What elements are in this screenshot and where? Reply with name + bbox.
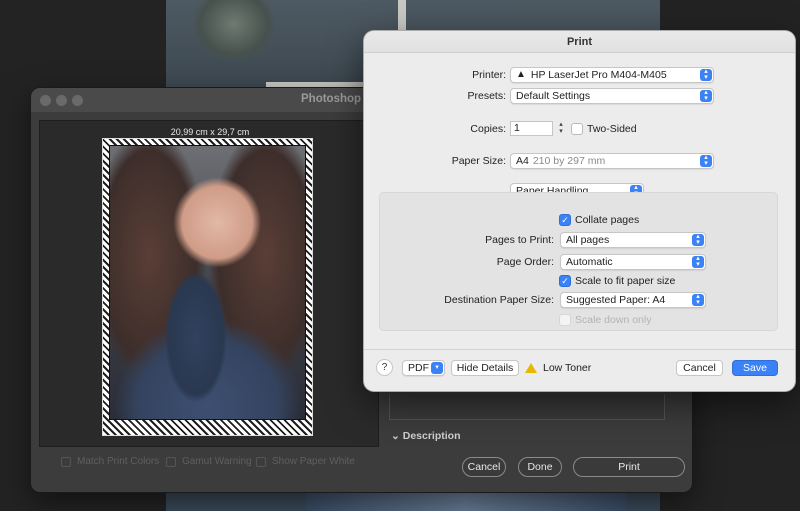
print-dialog: Print Printer: ▲ HP LaserJet Pro M404-M4… [364, 31, 795, 391]
chevron-updown-icon: ▴▾ [692, 293, 704, 306]
low-toner-status: Low Toner [543, 362, 592, 374]
scale-to-fit-checkbox[interactable]: ✓ [559, 275, 571, 287]
destination-paper-label: Destination Paper Size: [444, 294, 554, 306]
close-window-button[interactable] [40, 95, 51, 106]
pdf-label: PDF [408, 362, 429, 374]
presets-value: Default Settings [516, 90, 591, 102]
hide-details-button[interactable]: Hide Details [451, 360, 519, 376]
page-order-label: Page Order: [496, 256, 554, 268]
printer-popup[interactable]: ▲ HP LaserJet Pro M404-M405 ▴ ▾ [510, 67, 714, 83]
two-sided-checkbox[interactable] [571, 123, 583, 135]
page-order-value: Automatic [566, 256, 613, 268]
destination-paper-value: Suggested Paper: A4 [566, 294, 666, 306]
help-button[interactable]: ? [376, 359, 393, 376]
cancel-button[interactable]: Cancel [676, 360, 723, 376]
presets-popup[interactable]: Default Settings ▴ ▾ [510, 88, 714, 104]
pdf-menu-button[interactable]: PDF ▾ [402, 360, 445, 376]
preview-photo[interactable] [109, 145, 306, 420]
match-print-colors-option[interactable]: Match Print Colors [61, 456, 159, 467]
chevron-down-icon: ⌄ [391, 430, 400, 442]
show-paper-white-label: Show Paper White [272, 456, 355, 467]
preview-paper [102, 138, 313, 436]
presets-label: Presets: [467, 90, 506, 102]
paper-size-label: Paper Size: [451, 155, 506, 167]
copies-field[interactable]: 1 [510, 121, 553, 136]
warning-triangle-icon [525, 363, 537, 373]
match-print-colors-label: Match Print Colors [77, 456, 160, 467]
printer-label: Printer: [472, 69, 506, 81]
chevron-updown-icon: ▴▾ [700, 68, 712, 81]
save-button[interactable]: Save [732, 360, 778, 376]
gamut-warning-option[interactable]: Gamut Warning [166, 456, 252, 467]
chevron-down-icon: ▾ [431, 362, 443, 374]
show-paper-white-option[interactable]: Show Paper White [256, 456, 355, 467]
footer-divider [364, 349, 795, 350]
collate-label: Collate pages [575, 214, 640, 226]
paper-size-value: A4 [516, 155, 529, 167]
page-order-popup[interactable]: Automatic ▴ ▾ [560, 254, 706, 270]
copies-label: Copies: [470, 123, 506, 135]
print-dialog-title: Print [364, 31, 795, 53]
scale-down-only-checkbox [559, 314, 571, 326]
chevron-updown-icon: ▴▾ [700, 89, 712, 102]
color-management-panel [389, 394, 665, 420]
collate-checkbox[interactable]: ✓ [559, 214, 571, 226]
paper-dimensions: 20,99 cm x 29,7 cm [170, 127, 250, 137]
scale-to-fit-label: Scale to fit paper size [575, 275, 676, 287]
background-plant [194, 0, 274, 60]
destination-paper-popup[interactable]: Suggested Paper: A4 ▴ ▾ [560, 292, 706, 308]
pages-to-print-label: Pages to Print: [485, 234, 554, 246]
printer-value: HP LaserJet Pro M404-M405 [530, 69, 667, 81]
photoshop-done-button[interactable]: Done [518, 457, 562, 477]
paper-size-popup[interactable]: A4 210 by 297 mm ▴ ▾ [510, 153, 714, 169]
paper-size-detail: 210 by 297 mm [532, 155, 606, 167]
warning-triangle-icon: ▲ [516, 69, 526, 80]
photoshop-print-button[interactable]: Print [573, 457, 685, 477]
chevron-updown-icon: ▴▾ [700, 154, 712, 167]
chevron-updown-icon: ▴▾ [692, 255, 704, 268]
photoshop-cancel-button[interactable]: Cancel [462, 457, 506, 477]
match-print-colors-checkbox[interactable] [61, 456, 71, 467]
copies-stepper[interactable]: ▴ ▾ [556, 121, 566, 136]
print-preview: 20,99 cm x 29,7 cm [39, 120, 379, 447]
pages-to-print-popup[interactable]: All pages ▴ ▾ [560, 232, 706, 248]
gamut-warning-checkbox[interactable] [166, 456, 176, 467]
show-paper-white-checkbox[interactable] [256, 456, 266, 467]
description-section[interactable]: ⌄ Description [391, 430, 461, 442]
zoom-window-button[interactable] [72, 95, 83, 106]
gamut-warning-label: Gamut Warning [182, 456, 252, 467]
minimize-window-button[interactable] [56, 95, 67, 106]
scale-down-only-label: Scale down only [575, 314, 652, 326]
two-sided-label: Two-Sided [587, 123, 637, 135]
chevron-updown-icon: ▴▾ [692, 233, 704, 246]
description-label: Description [402, 430, 461, 442]
pages-to-print-value: All pages [566, 234, 610, 246]
